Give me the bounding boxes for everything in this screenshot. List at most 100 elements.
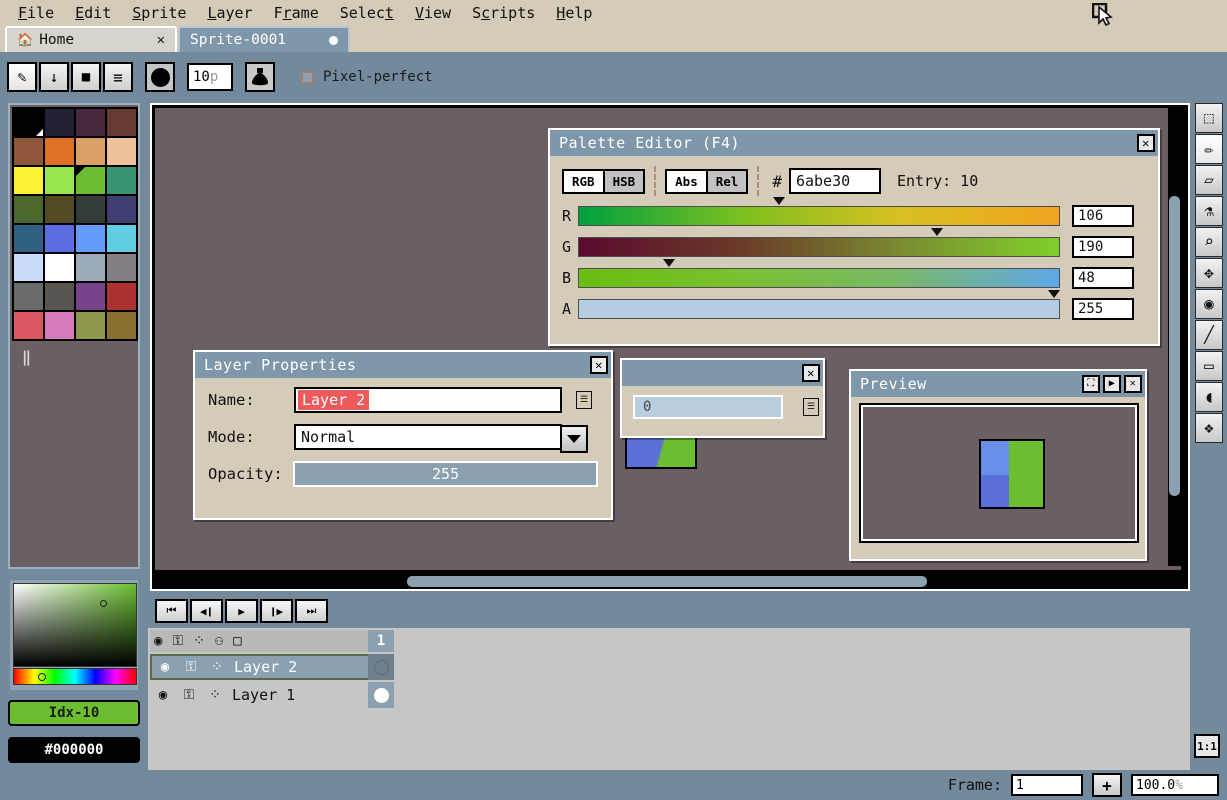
- palette-swatch-7[interactable]: [106, 137, 137, 166]
- palette-swatch-26[interactable]: [75, 282, 106, 311]
- saturation-value-square[interactable]: [13, 583, 137, 667]
- palette-grid[interactable]: [12, 107, 138, 341]
- palette-swatch-8[interactable]: [13, 166, 44, 195]
- palette-swatch-17[interactable]: [44, 224, 75, 253]
- palette-swatch-6[interactable]: [75, 137, 106, 166]
- onion-skin-icon[interactable]: ⚇: [215, 633, 223, 649]
- palette-swatch-31[interactable]: [106, 311, 137, 340]
- layer-properties-titlebar[interactable]: Layer Properties ✕: [195, 352, 611, 378]
- layer-properties-dialog[interactable]: Layer Properties ✕ Name: Layer 2 ☰ Mode:…: [193, 350, 613, 520]
- opacity-slider[interactable]: 255: [293, 461, 598, 487]
- background-color-swatch[interactable]: #000000: [8, 737, 140, 763]
- frame-column-header[interactable]: 1: [368, 630, 394, 652]
- palette-swatch-1[interactable]: [44, 108, 75, 137]
- rectangle-tool[interactable]: ▭: [1195, 351, 1223, 381]
- tab-rel[interactable]: Rel: [707, 170, 747, 192]
- palette-editor-dialog[interactable]: Palette Editor (F4) ✕ RGB HSB Abs Rel #: [548, 128, 1160, 346]
- palette-swatch-25[interactable]: [44, 282, 75, 311]
- eraser-tool[interactable]: ▱: [1195, 165, 1223, 195]
- down-arrow-button[interactable]: ↓: [39, 62, 69, 92]
- eye-visibility-icon[interactable]: ◉: [150, 687, 176, 703]
- close-icon[interactable]: ✕: [157, 32, 165, 48]
- palette-swatch-12[interactable]: [13, 195, 44, 224]
- close-icon[interactable]: ✕: [1137, 134, 1155, 152]
- tab-abs[interactable]: Abs: [667, 170, 708, 192]
- canvas-vertical-scrollbar[interactable]: [1168, 106, 1181, 566]
- pencil-tool[interactable]: ✏: [1195, 134, 1223, 164]
- eyedropper-tool[interactable]: ⚗: [1195, 196, 1223, 226]
- list-options-icon[interactable]: ☰: [576, 391, 592, 409]
- palette-swatch-2[interactable]: [75, 108, 106, 137]
- preview-dialog[interactable]: Preview ⛶ ▶ ✕: [849, 369, 1147, 561]
- palette-editor-titlebar[interactable]: Palette Editor (F4) ✕: [550, 130, 1158, 156]
- pixel-perfect-checkbox[interactable]: Pixel-perfect: [301, 69, 433, 85]
- link-cels-icon[interactable]: ⁘: [193, 633, 205, 649]
- tab-home[interactable]: 🏠 Home ✕: [5, 26, 177, 52]
- blend-mode-select[interactable]: Normal: [294, 424, 588, 453]
- palette-swatch-13[interactable]: [44, 195, 75, 224]
- channel-value-input-g[interactable]: 190: [1072, 236, 1134, 258]
- close-icon[interactable]: ✕: [802, 364, 820, 382]
- timeline-layer-row-1[interactable]: ◉ ⚿ ⁘ Layer 1: [150, 682, 382, 708]
- menu-item-frame[interactable]: Frame: [264, 2, 330, 24]
- hue-strip[interactable]: [13, 668, 137, 685]
- channel-slider-g[interactable]: [578, 228, 1060, 257]
- palette-swatch-23[interactable]: [106, 253, 137, 282]
- menu-button[interactable]: ≡: [103, 62, 133, 92]
- hscroll-thumb[interactable]: [407, 576, 927, 587]
- palette-swatch-5[interactable]: [44, 137, 75, 166]
- eye-visibility-icon[interactable]: ◉: [152, 659, 178, 675]
- slider-knob-icon[interactable]: [1048, 290, 1061, 298]
- palette-swatch-19[interactable]: [106, 224, 137, 253]
- palette-swatch-15[interactable]: [106, 195, 137, 224]
- palette-swatch-14[interactable]: [75, 195, 106, 224]
- menu-item-select[interactable]: Select: [330, 2, 405, 24]
- palette-swatch-9[interactable]: [44, 166, 75, 195]
- frame-input[interactable]: 1: [1011, 774, 1083, 796]
- zoom-reset-button[interactable]: 1:1: [1194, 734, 1220, 758]
- chevron-down-icon[interactable]: [560, 425, 588, 453]
- close-icon[interactable]: ✕: [590, 356, 608, 374]
- channel-value-input-r[interactable]: 106: [1072, 205, 1134, 227]
- foreground-color-swatch[interactable]: Idx-10: [8, 700, 140, 726]
- brush-shape-button[interactable]: [145, 62, 175, 92]
- play-icon[interactable]: ▶: [1103, 375, 1121, 393]
- zoom-level-input[interactable]: 100.0%: [1131, 774, 1219, 796]
- palette-swatch-28[interactable]: [13, 311, 44, 340]
- close-icon[interactable]: ✕: [1124, 375, 1142, 393]
- paint-bucket-tool[interactable]: ◉: [1195, 289, 1223, 319]
- palette-swatch-4[interactable]: [13, 137, 44, 166]
- channel-slider-a[interactable]: [578, 290, 1061, 319]
- menu-item-sprite[interactable]: Sprite: [122, 2, 197, 24]
- go-to-first-frame-button[interactable]: ⏮: [155, 599, 188, 623]
- timeline-cel-layer1-frame1[interactable]: [368, 682, 394, 708]
- pencil-tool-button[interactable]: ✎: [7, 62, 37, 92]
- link-cels-icon[interactable]: ⁘: [202, 687, 228, 703]
- play-button[interactable]: ▶: [225, 599, 258, 623]
- palette-swatch-18[interactable]: [75, 224, 106, 253]
- spray-tool[interactable]: ❖: [1195, 413, 1223, 443]
- list-options-icon[interactable]: ☰: [803, 398, 819, 416]
- channel-value-input-a[interactable]: 255: [1072, 298, 1134, 320]
- occluded-dialog-input[interactable]: 0: [633, 395, 783, 419]
- preview-titlebar[interactable]: Preview ⛶ ▶ ✕: [851, 371, 1145, 397]
- tab-hsb[interactable]: HSB: [604, 170, 644, 192]
- lock-editable-icon[interactable]: ⚿: [172, 633, 183, 649]
- tab-sprite-0001[interactable]: Sprite-0001: [178, 26, 350, 52]
- menu-item-view[interactable]: View: [405, 2, 462, 24]
- menu-item-help[interactable]: Help: [546, 2, 603, 24]
- layer-name-input[interactable]: Layer 2: [294, 387, 562, 413]
- previous-frame-button[interactable]: ◀❙: [190, 599, 223, 623]
- palette-swatch-10[interactable]: [75, 166, 106, 195]
- palette-swatch-20[interactable]: [13, 253, 44, 282]
- occluded-dialog[interactable]: ✕ 0 ☰: [620, 358, 825, 438]
- slider-knob-icon[interactable]: [663, 259, 676, 267]
- brush-size-input[interactable]: 10 p: [187, 63, 233, 91]
- lock-editable-icon[interactable]: ⚿: [178, 659, 204, 675]
- palette-swatch-21[interactable]: [44, 253, 75, 282]
- slider-knob-icon[interactable]: [930, 228, 943, 236]
- fullscreen-icon[interactable]: ⛶: [1082, 375, 1100, 393]
- palette-swatch-16[interactable]: [13, 224, 44, 253]
- ink-type-button[interactable]: [245, 62, 275, 92]
- palette-swatch-0[interactable]: [13, 108, 44, 137]
